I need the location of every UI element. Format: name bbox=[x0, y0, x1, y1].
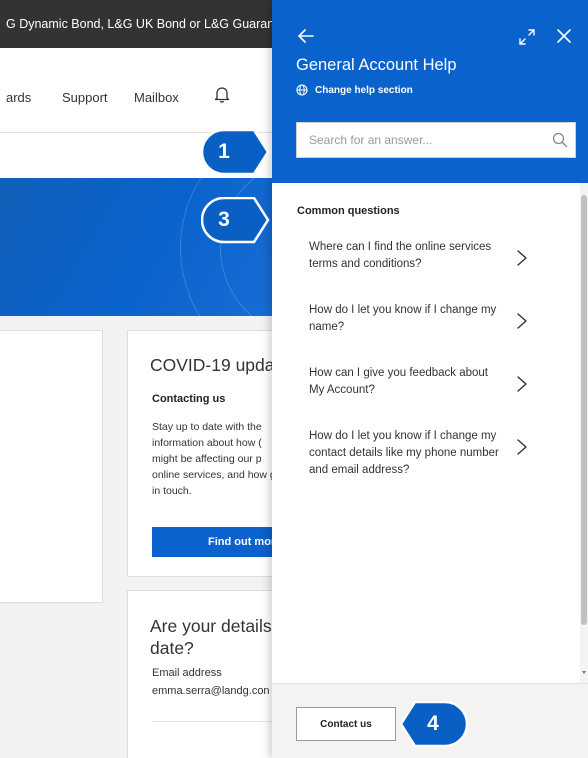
close-button[interactable] bbox=[555, 27, 573, 45]
question-item[interactable]: How can I give you feedback about My Acc… bbox=[309, 365, 529, 428]
callout-number: 1 bbox=[218, 140, 230, 163]
globe-icon bbox=[296, 84, 308, 96]
callout-number: 3 bbox=[218, 208, 230, 231]
question-item[interactable]: How do I let you know if I change my con… bbox=[309, 428, 529, 491]
covid-card-title: COVID-19 updat bbox=[150, 355, 280, 375]
bell-icon[interactable] bbox=[214, 85, 230, 103]
search-input[interactable] bbox=[297, 123, 537, 157]
left-card bbox=[0, 330, 103, 603]
scroll-down-arrow[interactable] bbox=[582, 671, 586, 674]
scrollbar[interactable] bbox=[580, 183, 588, 683]
details-card-title: Are your details date? bbox=[150, 616, 272, 658]
help-panel-body: Common questions Where can I find the on… bbox=[272, 183, 588, 683]
nav-item-rewards[interactable]: ards bbox=[6, 90, 31, 105]
contact-us-button[interactable]: Contact us bbox=[296, 707, 396, 741]
search-box bbox=[296, 122, 576, 158]
main-nav: ards Support Mailbox bbox=[0, 48, 300, 132]
help-panel-title: General Account Help bbox=[296, 56, 457, 74]
question-item[interactable]: Where can I find the online services ter… bbox=[309, 239, 529, 302]
help-panel: General Account Help Change help section… bbox=[272, 0, 588, 758]
email-value: emma.serra@landg.con bbox=[152, 685, 270, 697]
question-text: How do I let you know if I change my nam… bbox=[309, 304, 497, 333]
question-text: Where can I find the online services ter… bbox=[309, 241, 492, 270]
covid-card-body: Stay up to date with the information abo… bbox=[152, 421, 285, 497]
change-help-section-link[interactable]: Change help section bbox=[296, 84, 413, 96]
nav-item-support[interactable]: Support bbox=[62, 90, 108, 105]
common-questions-heading: Common questions bbox=[297, 205, 400, 217]
covid-card-subtitle: Contacting us bbox=[152, 393, 226, 405]
chevron-right-icon bbox=[517, 439, 527, 455]
question-item[interactable]: How do I let you know if I change my nam… bbox=[309, 302, 529, 365]
chevron-right-icon bbox=[517, 313, 527, 329]
change-help-section-label: Change help section bbox=[315, 84, 413, 96]
nav-item-mailbox[interactable]: Mailbox bbox=[134, 90, 179, 105]
email-label: Email address bbox=[152, 667, 222, 679]
scrollbar-thumb[interactable] bbox=[581, 195, 587, 625]
step-callout-3: 3 bbox=[201, 197, 283, 245]
close-icon bbox=[557, 29, 571, 43]
callout-number: 4 bbox=[427, 712, 439, 735]
back-button[interactable] bbox=[296, 26, 316, 46]
back-arrow-icon bbox=[298, 29, 314, 43]
question-text: How can I give you feedback about My Acc… bbox=[309, 367, 489, 396]
search-icon[interactable] bbox=[552, 132, 568, 148]
expand-button[interactable] bbox=[518, 28, 536, 46]
step-callout-4: 4 bbox=[398, 701, 480, 749]
step-callout-1: 1 bbox=[201, 129, 283, 177]
chevron-right-icon bbox=[517, 250, 527, 266]
question-text: How do I let you know if I change my con… bbox=[309, 430, 499, 476]
help-panel-header: General Account Help Change help section bbox=[272, 0, 588, 183]
expand-icon bbox=[519, 29, 535, 45]
chevron-right-icon bbox=[517, 376, 527, 392]
question-list: Where can I find the online services ter… bbox=[309, 239, 529, 491]
top-banner: G Dynamic Bond, L&G UK Bond or L&G Guara… bbox=[0, 0, 300, 48]
banner-text: G Dynamic Bond, L&G UK Bond or L&G Guara… bbox=[6, 17, 299, 31]
